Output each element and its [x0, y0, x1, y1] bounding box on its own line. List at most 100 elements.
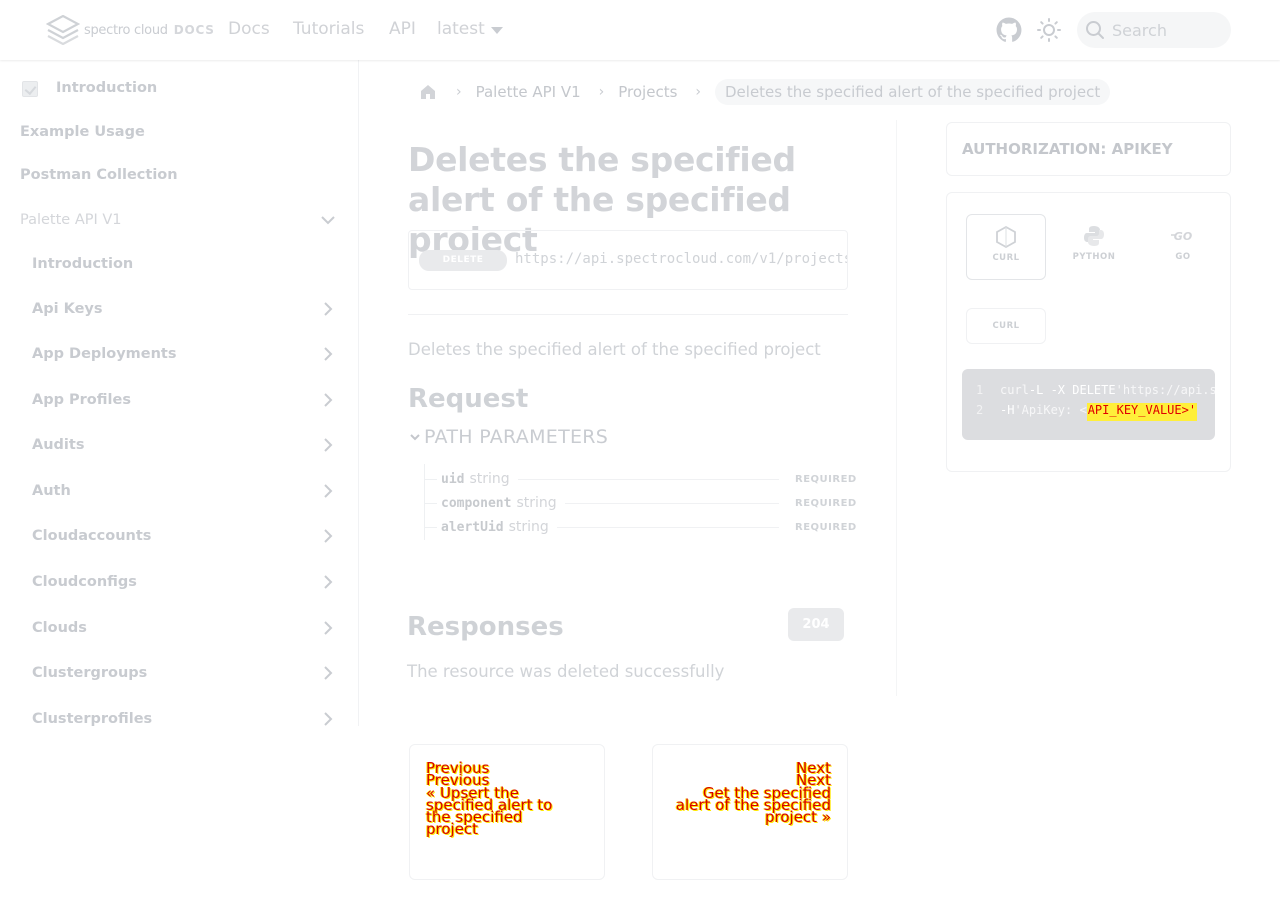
param-tree-branch: [425, 478, 437, 480]
sidebar-item-label: Introduction: [32, 256, 134, 272]
sidebar-subitem-cloudaccounts[interactable]: Cloudaccounts: [0, 516, 358, 556]
breadcrumb-item-projects[interactable]: Projects: [618, 83, 677, 101]
brand-logo[interactable]: spectro cloud DOCS: [46, 14, 215, 46]
sidebar-subitem-app-deployments[interactable]: App Deployments: [0, 334, 358, 374]
sidebar-item-postman-collection[interactable]: Postman Collection: [0, 155, 358, 195]
brand-suffix: DOCS: [173, 23, 215, 37]
sidebar-subitem-api-keys[interactable]: Api Keys: [0, 289, 358, 329]
code-sample-panel: CURL PYTHON GO GO CURL 1 curl -L -X DELE…: [946, 192, 1231, 472]
checkbox-icon: [22, 81, 38, 97]
param-required-badge: REQUIRED: [795, 521, 857, 533]
response-description: The resource was deleted successfully: [407, 662, 725, 681]
tab-label: CURL: [992, 253, 1020, 263]
chevron-right-icon[interactable]: [320, 301, 336, 317]
line-number: 2: [976, 403, 984, 417]
curl-icon: [996, 225, 1016, 249]
chevron-right-icon[interactable]: [320, 711, 336, 726]
sidebar-subitem-audits[interactable]: Audits: [0, 425, 358, 465]
top-navbar: spectro cloud DOCS Docs Tutorials API la…: [0, 0, 1280, 60]
go-icon: GO: [1171, 230, 1192, 243]
param-required-badge: REQUIRED: [795, 473, 857, 485]
tab-label: PYTHON: [1072, 252, 1116, 262]
github-icon[interactable]: [996, 17, 1022, 43]
param-row-component: component string REQUIRED: [425, 492, 856, 514]
sidebar-item-label: Introduction: [56, 80, 158, 96]
version-dropdown[interactable]: latest: [437, 19, 503, 39]
code-token: -H: [1000, 403, 1015, 417]
param-divider: [517, 478, 779, 480]
authorization-label: AUTHORIZATION: APIKEY: [962, 140, 1173, 158]
param-row-alertuid: alertUid string REQUIRED: [425, 516, 857, 538]
chevron-down-icon[interactable]: [320, 212, 336, 228]
sidebar-subitem-auth[interactable]: Auth: [0, 471, 358, 511]
breadcrumb: › Palette API V1 › Projects › Deletes th…: [408, 78, 1111, 106]
sun-theme-toggle-icon[interactable]: [1036, 17, 1062, 43]
param-tree-branch: [425, 502, 437, 504]
authorization-panel[interactable]: AUTHORIZATION: APIKEY: [946, 122, 1231, 176]
param-row-uid: uid string REQUIRED: [425, 468, 857, 490]
chevron-right-icon[interactable]: [320, 574, 336, 590]
sidebar-subitem-cloudconfigs[interactable]: Cloudconfigs: [0, 562, 358, 602]
sidebar-subitem-clouds[interactable]: Clouds: [0, 608, 358, 648]
column-divider: [896, 120, 897, 696]
code-line: 2 -H 'ApiKey: < API_KEY_VALUE>': [962, 403, 1198, 421]
sidebar-item-label: Postman Collection: [20, 167, 178, 183]
code-block[interactable]: 1 curl -L -X DELETE 'https://api.spectro…: [962, 369, 1215, 440]
tab-go[interactable]: GO GO: [1143, 214, 1223, 280]
pagination-next[interactable]: Next Next Get the specified alert of the…: [652, 744, 848, 880]
sidebar-item-example-usage[interactable]: Example Usage: [0, 112, 358, 152]
caret-down-icon: [490, 27, 503, 34]
sidebar-subitem-clusterprofiles[interactable]: Clusterprofiles: [0, 699, 358, 726]
request-heading: Request: [408, 384, 529, 414]
code-line: 1 curl -L -X DELETE 'https://api.spectro…: [962, 383, 1215, 401]
nav-link-tutorials[interactable]: Tutorials: [293, 19, 364, 39]
chevron-right-icon[interactable]: [320, 346, 336, 362]
breadcrumb-item-current: Deletes the specified alert of the speci…: [715, 79, 1111, 105]
nav-link-api[interactable]: API: [389, 19, 416, 39]
path-parameters-toggle[interactable]: PATH PARAMETERS: [408, 426, 608, 448]
sidebar-subitem-introduction[interactable]: Introduction: [0, 244, 358, 284]
path-parameters-heading: PATH PARAMETERS: [424, 426, 609, 448]
svg-text:GO: GO: [1174, 230, 1192, 243]
chevron-right-icon[interactable]: [320, 620, 336, 636]
param-tree-branch: [425, 526, 437, 528]
sidebar-section-palette-api-v1[interactable]: Palette API V1: [0, 200, 358, 240]
http-method-badge: DELETE: [419, 250, 507, 271]
pagination-previous[interactable]: Previous Previous « Upsert the specified…: [409, 744, 605, 880]
search-input[interactable]: Search: [1077, 12, 1231, 48]
sidebar-item-label: Clusterprofiles: [32, 711, 153, 726]
endpoint-description: Deletes the specified alert of the speci…: [408, 340, 821, 359]
pager-title: « Upsert the specified alert to the spec…: [426, 784, 553, 838]
spectro-cloud-logo-icon: [46, 15, 80, 45]
sidebar-item-label: Clouds: [32, 620, 87, 636]
divider: [408, 314, 848, 315]
chevron-right-icon[interactable]: [320, 528, 336, 544]
sidebar-item-label: Api Keys: [32, 301, 103, 317]
param-type: string: [516, 495, 557, 511]
code-token: curl: [1000, 383, 1029, 397]
tab-python[interactable]: PYTHON: [1054, 214, 1134, 280]
responses-heading: Responses: [407, 612, 564, 642]
chevron-right-icon[interactable]: [320, 483, 336, 499]
sidebar-item-label: Cloudaccounts: [32, 528, 152, 544]
search-placeholder: Search: [1112, 20, 1167, 40]
brand-name: spectro cloud: [84, 22, 168, 38]
pager-title: Get the specified alert of the specified…: [675, 784, 831, 826]
chevron-right-icon[interactable]: [320, 437, 336, 453]
response-code-tab[interactable]: 204: [788, 608, 844, 641]
param-type: string: [469, 471, 510, 487]
code-token: -L -X DELETE: [1028, 383, 1116, 397]
sidebar-subitem-app-profiles[interactable]: App Profiles: [0, 380, 358, 420]
endpoint-url[interactable]: https://api.spectrocloud.com/v1/projects…: [515, 251, 847, 267]
nav-link-docs[interactable]: Docs: [228, 19, 270, 39]
sidebar-subitem-clustergroups[interactable]: Clustergroups: [0, 653, 358, 693]
sidebar-item-label: Cloudconfigs: [32, 574, 137, 590]
tab-curl-variant[interactable]: CURL: [966, 308, 1046, 344]
home-icon[interactable]: [418, 82, 438, 102]
tab-curl[interactable]: CURL: [966, 214, 1046, 280]
chevron-right-icon[interactable]: [320, 665, 336, 681]
chevron-right-icon[interactable]: [320, 392, 336, 408]
sidebar-item-introduction[interactable]: Introduction: [0, 68, 358, 108]
sidebar-section-label: Palette API V1: [20, 212, 122, 228]
breadcrumb-item-palette-api-v1[interactable]: Palette API V1: [476, 83, 581, 101]
